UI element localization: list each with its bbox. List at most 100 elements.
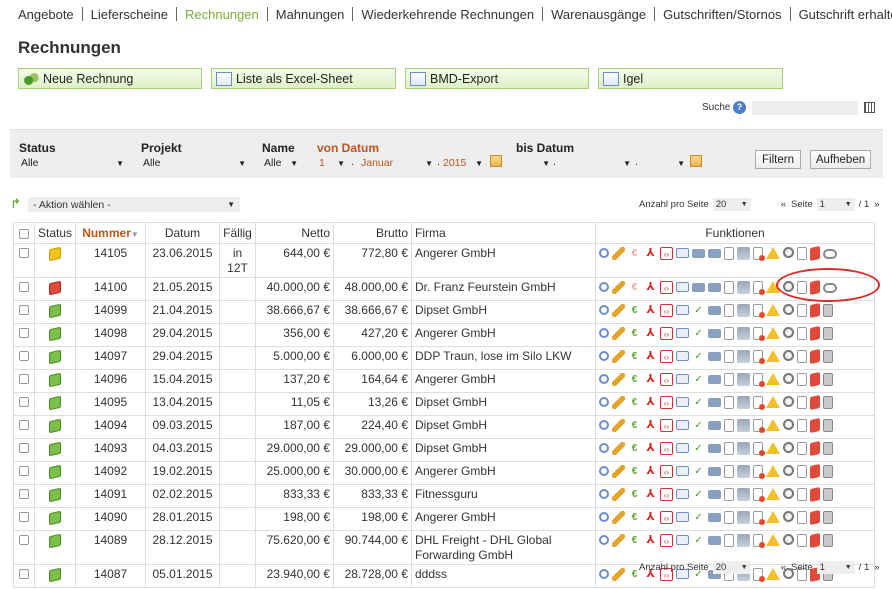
- edit-icon[interactable]: [612, 419, 625, 432]
- cancel-flag-icon[interactable]: [810, 394, 820, 411]
- shipping-icon[interactable]: [708, 513, 721, 522]
- reminder-icon[interactable]: [753, 281, 765, 295]
- stack-icon[interactable]: [737, 419, 750, 432]
- row-select-cell[interactable]: [13, 564, 35, 588]
- payment-icon[interactable]: €: [628, 419, 641, 432]
- row-checkbox[interactable]: [19, 328, 29, 338]
- reminder-icon[interactable]: [753, 419, 765, 433]
- row-select-cell[interactable]: [13, 530, 35, 565]
- payment-icon[interactable]: €: [628, 511, 641, 524]
- bulk-action-select[interactable]: - Aktion wählen - ▼: [28, 197, 240, 212]
- edit-icon[interactable]: [612, 568, 625, 581]
- delete-icon[interactable]: [823, 396, 833, 409]
- view-icon[interactable]: [599, 569, 609, 579]
- per-page-select[interactable]: 20 ▼: [712, 198, 751, 211]
- row-checkbox[interactable]: [19, 569, 29, 579]
- copy-icon[interactable]: [797, 373, 807, 386]
- xml-icon[interactable]: ‹›: [660, 247, 673, 260]
- xml-icon[interactable]: ‹›: [660, 327, 673, 340]
- reminder-icon[interactable]: [753, 442, 765, 456]
- xml-icon[interactable]: ‹›: [660, 442, 673, 455]
- row-select-cell[interactable]: [13, 277, 35, 301]
- edit-icon[interactable]: [612, 373, 625, 386]
- payment-icon[interactable]: €: [628, 327, 641, 340]
- stack-icon[interactable]: [737, 373, 750, 386]
- cancel-flag-icon[interactable]: [810, 245, 820, 262]
- email-icon[interactable]: [676, 535, 689, 545]
- search-input[interactable]: [752, 101, 858, 115]
- to-date-calendar-icon[interactable]: [690, 155, 702, 167]
- warning-icon[interactable]: [766, 281, 780, 293]
- warning-icon[interactable]: [766, 247, 780, 259]
- number-cell[interactable]: 14105: [75, 243, 146, 278]
- xml-icon[interactable]: ‹›: [660, 465, 673, 478]
- check-icon[interactable]: ✓: [692, 304, 705, 317]
- shipping-icon[interactable]: [708, 249, 721, 258]
- check-icon[interactable]: ✓: [692, 465, 705, 478]
- document-icon[interactable]: [724, 350, 734, 363]
- document-icon[interactable]: [724, 304, 734, 317]
- delivery-icon[interactable]: [692, 249, 705, 258]
- email-icon[interactable]: [676, 374, 689, 384]
- payment-icon[interactable]: €: [628, 465, 641, 478]
- copy-icon[interactable]: [797, 534, 807, 547]
- recurring-icon[interactable]: [783, 350, 794, 361]
- stack-icon[interactable]: [737, 350, 750, 363]
- payment-icon[interactable]: €: [628, 350, 641, 363]
- xml-icon[interactable]: ‹›: [660, 373, 673, 386]
- edit-icon[interactable]: [612, 511, 625, 524]
- view-icon[interactable]: [599, 489, 609, 499]
- due-header[interactable]: Fällig: [219, 222, 256, 244]
- check-icon[interactable]: ✓: [692, 488, 705, 501]
- stack-icon[interactable]: [737, 396, 750, 409]
- delete-icon[interactable]: [823, 488, 833, 501]
- email-icon[interactable]: [676, 397, 689, 407]
- xml-icon[interactable]: ‹›: [660, 419, 673, 432]
- email-icon[interactable]: [676, 282, 689, 292]
- row-checkbox[interactable]: [19, 282, 29, 292]
- pdf-icon[interactable]: ⅄: [644, 373, 657, 386]
- page-select[interactable]: 1 ▼: [816, 561, 855, 574]
- shipping-icon[interactable]: [708, 375, 721, 384]
- shipping-icon[interactable]: [708, 283, 721, 292]
- check-icon[interactable]: ✓: [692, 511, 705, 524]
- select-all-checkbox[interactable]: [19, 228, 29, 239]
- number-cell[interactable]: 14091: [75, 484, 146, 508]
- row-select-cell[interactable]: [13, 346, 35, 370]
- row-checkbox[interactable]: [19, 248, 29, 258]
- link-icon[interactable]: [823, 249, 837, 259]
- shipping-icon[interactable]: [708, 398, 721, 407]
- check-icon[interactable]: ✓: [692, 396, 705, 409]
- recurring-icon[interactable]: [783, 304, 794, 315]
- from-day-select[interactable]: 1 ▼: [317, 156, 347, 170]
- view-icon[interactable]: [599, 535, 609, 545]
- recurring-icon[interactable]: [783, 373, 794, 384]
- recurring-icon[interactable]: [783, 534, 794, 545]
- row-checkbox[interactable]: [19, 535, 29, 545]
- reminder-icon[interactable]: [753, 350, 765, 364]
- select-all-header[interactable]: [13, 222, 35, 244]
- warning-icon[interactable]: [766, 327, 780, 339]
- reminder-icon[interactable]: [753, 247, 765, 261]
- row-checkbox[interactable]: [19, 443, 29, 453]
- prev-page-link[interactable]: «: [781, 562, 786, 573]
- stack-icon[interactable]: [737, 281, 750, 294]
- edit-icon[interactable]: [612, 281, 625, 294]
- warning-icon[interactable]: [766, 396, 780, 408]
- check-icon[interactable]: ✓: [692, 419, 705, 432]
- document-icon[interactable]: [724, 373, 734, 386]
- row-checkbox[interactable]: [19, 466, 29, 476]
- prev-page-link[interactable]: «: [781, 199, 786, 210]
- nav-item-3[interactable]: Mahnungen: [268, 7, 353, 22]
- copy-icon[interactable]: [797, 304, 807, 317]
- edit-icon[interactable]: [612, 465, 625, 478]
- copy-icon[interactable]: [797, 327, 807, 340]
- edit-icon[interactable]: [612, 327, 625, 340]
- nav-item-1[interactable]: Lieferscheine: [83, 7, 176, 22]
- reminder-icon[interactable]: [753, 396, 765, 410]
- igel-button[interactable]: Igel: [598, 68, 783, 89]
- view-icon[interactable]: [599, 351, 609, 361]
- cancel-flag-icon[interactable]: [810, 348, 820, 365]
- xml-icon[interactable]: ‹›: [660, 304, 673, 317]
- document-icon[interactable]: [724, 396, 734, 409]
